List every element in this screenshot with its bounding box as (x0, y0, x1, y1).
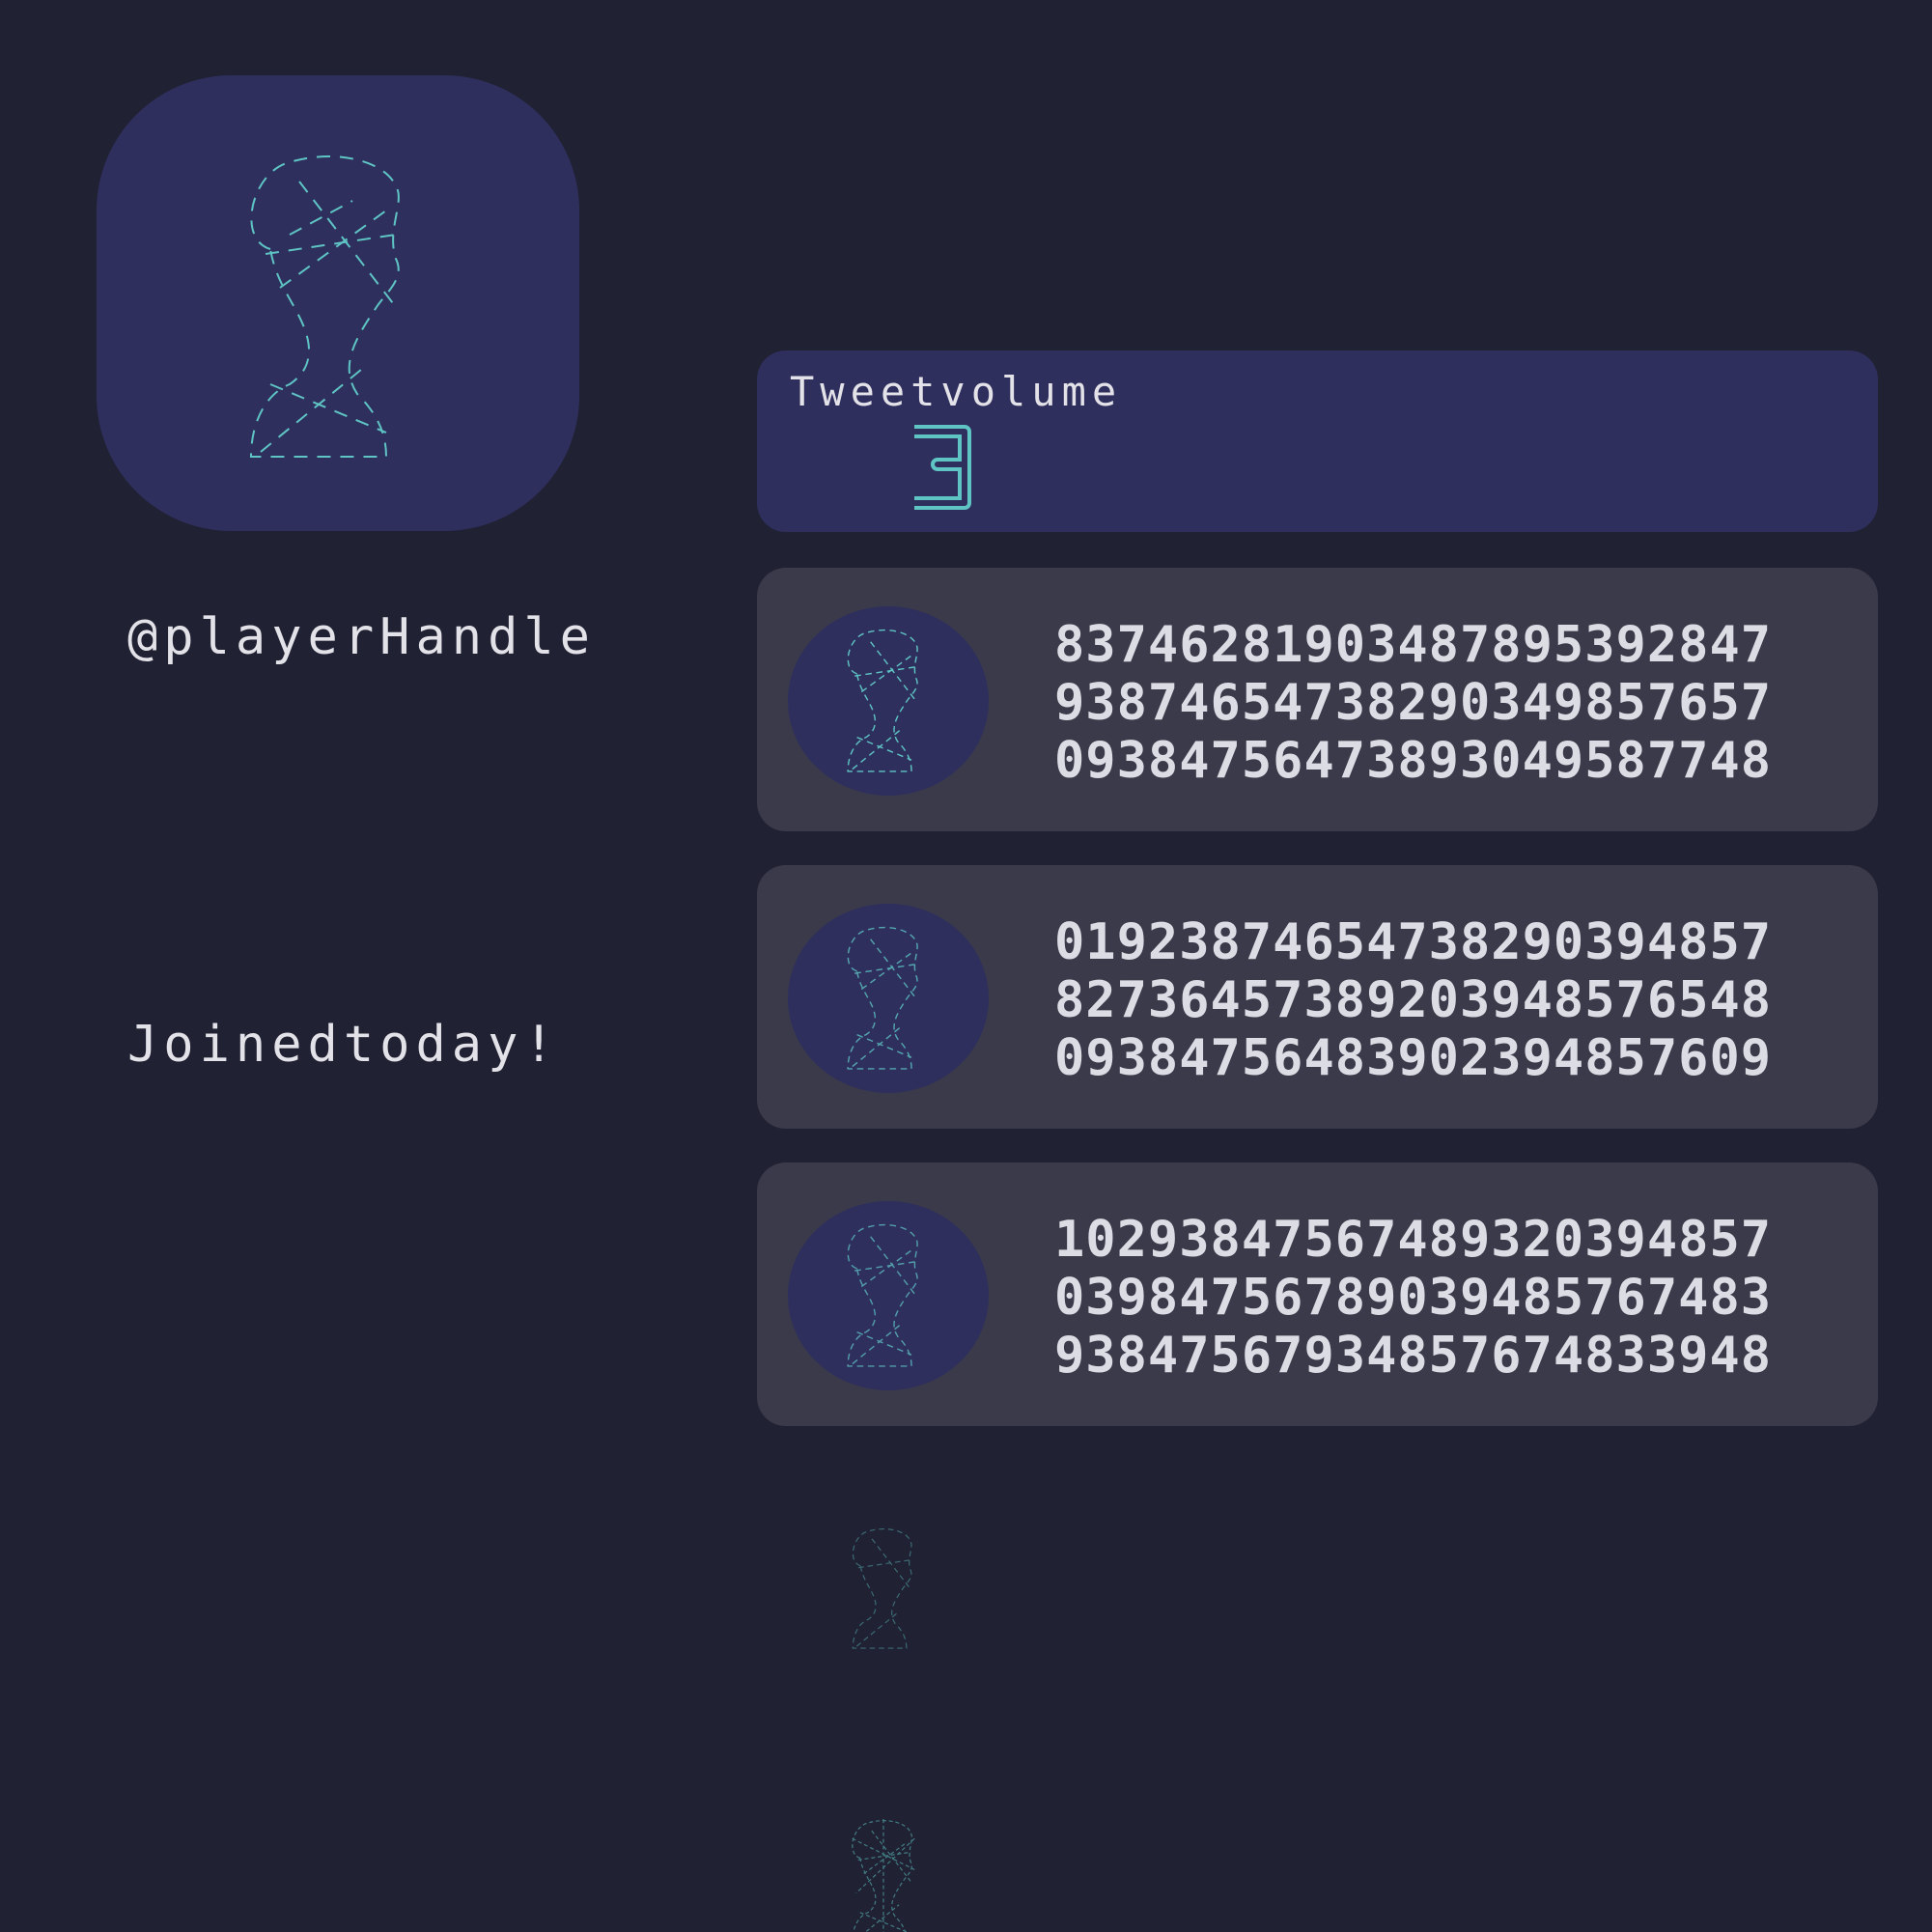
tweet-line: 03984756789039485767483 (1054, 1269, 1773, 1327)
tweet-card[interactable]: 01923874654738290394857 8273645738920394… (757, 865, 1878, 1129)
tweet-line: 82736457389203948576548 (1054, 971, 1773, 1029)
loading-silhouette-icon (852, 1527, 912, 1649)
tweet-text: 83746281903487895392847 9387465473829034… (1054, 616, 1856, 790)
tweet-avatar[interactable] (788, 904, 989, 1093)
tweet-volume-label: Tweetvolume (790, 368, 1123, 415)
person-silhouette-icon (847, 629, 918, 772)
tweet-volume-value: 3 (914, 425, 971, 510)
tweet-line: 10293847567489320394857 (1054, 1211, 1773, 1269)
loading-silhouette-icon (852, 1819, 915, 1932)
profile-avatar[interactable] (97, 75, 579, 531)
person-silhouette-icon (847, 926, 918, 1070)
tweet-volume-card: Tweetvolume 3 (757, 350, 1878, 532)
person-silhouette-icon (847, 1223, 918, 1367)
person-silhouette-icon (249, 155, 400, 458)
joined-status: Joinedtoday! (127, 1016, 560, 1074)
tweet-card[interactable]: 10293847567489320394857 0398475678903948… (757, 1162, 1878, 1426)
tweet-line: 01923874654738290394857 (1054, 913, 1773, 971)
tweet-card[interactable]: 83746281903487895392847 9387465473829034… (757, 568, 1878, 831)
tweet-line: 09384756473893049587748 (1054, 732, 1773, 790)
tweet-avatar[interactable] (788, 606, 989, 796)
tweet-text: 10293847567489320394857 0398475678903948… (1054, 1211, 1856, 1385)
player-handle[interactable]: @playerHandle (127, 608, 596, 666)
tweet-line: 93874654738290349857657 (1054, 674, 1773, 732)
tweet-line: 09384756483902394857609 (1054, 1029, 1773, 1087)
tweet-avatar[interactable] (788, 1201, 989, 1390)
tweet-line: 83746281903487895392847 (1054, 616, 1773, 674)
tweet-line: 93847567934857674833948 (1054, 1327, 1773, 1385)
tweet-text: 01923874654738290394857 8273645738920394… (1054, 913, 1856, 1087)
